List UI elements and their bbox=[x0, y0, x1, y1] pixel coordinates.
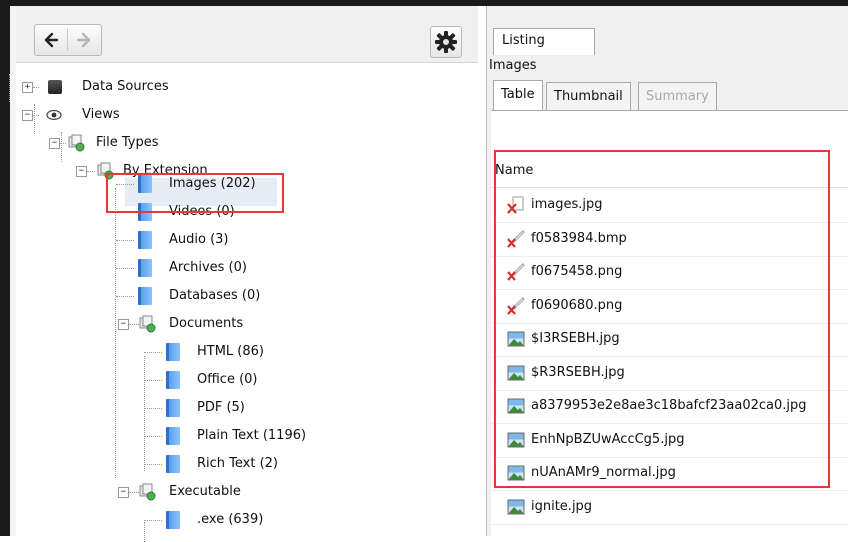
tab-table[interactable]: Table bbox=[493, 80, 543, 111]
file-icon bbox=[166, 343, 180, 361]
table-row[interactable]: ignite.jpg bbox=[491, 491, 848, 525]
tree-item-plain-text[interactable]: Plain Text (1196) bbox=[0, 425, 420, 447]
file-name: ignite.jpg bbox=[531, 498, 593, 514]
tab-listing[interactable]: Listing bbox=[493, 28, 595, 55]
tree-connector bbox=[144, 352, 162, 353]
expand-icon[interactable]: + bbox=[22, 82, 33, 93]
collapse-icon[interactable]: − bbox=[118, 487, 129, 498]
tree-item-label: .exe (639) bbox=[197, 512, 264, 527]
tree-item-databases[interactable]: Databases (0) bbox=[0, 285, 420, 307]
file-icon bbox=[138, 231, 152, 249]
tab-thumbnail[interactable]: Thumbnail bbox=[546, 82, 631, 112]
history-buttons bbox=[34, 24, 102, 56]
tree-connector bbox=[116, 296, 134, 297]
tree-item-label: HTML (86) bbox=[197, 344, 264, 359]
arrow-right-icon bbox=[76, 32, 91, 48]
file-types-icon bbox=[68, 134, 85, 152]
eye-icon bbox=[46, 109, 62, 121]
file-icon bbox=[166, 371, 180, 389]
tree-item-label: Plain Text (1196) bbox=[197, 428, 307, 443]
file-icon bbox=[166, 511, 180, 529]
tree-connector bbox=[60, 143, 66, 144]
tree-connector bbox=[87, 171, 95, 172]
tree-item-file-types[interactable]: − File Types bbox=[16, 132, 316, 154]
back-button[interactable] bbox=[35, 25, 67, 55]
tree-item-label: File Types bbox=[96, 135, 159, 150]
tree-connector bbox=[144, 380, 162, 381]
file-icon bbox=[166, 427, 180, 445]
tree-item-views[interactable]: − Views bbox=[16, 104, 316, 126]
collapse-icon[interactable]: − bbox=[49, 138, 60, 149]
tree-item-archives[interactable]: Archives (0) bbox=[0, 257, 420, 279]
tab-listing-label: Listing bbox=[502, 33, 545, 48]
gear-icon bbox=[435, 31, 457, 53]
section-title: Images bbox=[489, 58, 537, 73]
tree-item-office[interactable]: Office (0) bbox=[0, 369, 420, 391]
tree-connector bbox=[144, 520, 162, 521]
tree-item-label: PDF (5) bbox=[197, 400, 245, 415]
file-icon bbox=[138, 259, 152, 277]
tree-item-label: Databases (0) bbox=[169, 288, 261, 303]
image-file-icon bbox=[507, 499, 525, 514]
tree-item-label: Office (0) bbox=[197, 372, 258, 387]
tree-item-rich-text[interactable]: Rich Text (2) bbox=[0, 453, 420, 475]
tree-connector bbox=[116, 240, 134, 241]
tree-item-label: Documents bbox=[169, 316, 244, 331]
tree-item-label: Audio (3) bbox=[169, 232, 229, 247]
tree-connector bbox=[144, 436, 162, 437]
settings-button[interactable] bbox=[430, 26, 462, 58]
tree-item-label: Archives (0) bbox=[169, 260, 247, 275]
tree-item-pdf[interactable]: PDF (5) bbox=[0, 397, 420, 419]
collapse-icon[interactable]: − bbox=[22, 110, 33, 121]
navigation-toolbar bbox=[16, 6, 478, 63]
tree-guide-line bbox=[9, 74, 10, 102]
tree-connector bbox=[116, 268, 134, 269]
tree-item-label: Executable bbox=[169, 484, 241, 499]
arrow-left-icon bbox=[44, 32, 59, 48]
tree-item-documents[interactable]: − Documents bbox=[0, 313, 420, 335]
tree-connector bbox=[33, 115, 39, 116]
tree-connector bbox=[33, 87, 39, 88]
tree-item-label: Data Sources bbox=[82, 79, 169, 94]
tree-item-label: Rich Text (2) bbox=[197, 456, 279, 471]
red-annotation-box bbox=[494, 150, 830, 488]
tree-connector bbox=[144, 464, 162, 465]
tab-summary: Summary bbox=[638, 82, 717, 112]
tree-item-exe[interactable]: .exe (639) bbox=[0, 509, 420, 531]
collapse-icon[interactable]: − bbox=[118, 319, 129, 330]
tree-item-html[interactable]: HTML (86) bbox=[0, 341, 420, 363]
drive-icon bbox=[48, 80, 62, 94]
tree-connector bbox=[144, 408, 162, 409]
file-types-icon bbox=[139, 483, 156, 501]
forward-button[interactable] bbox=[68, 25, 100, 55]
file-icon bbox=[166, 455, 180, 473]
red-annotation-box bbox=[106, 173, 284, 213]
tree-item-data-sources[interactable]: + Data Sources bbox=[16, 76, 316, 98]
file-types-icon bbox=[139, 315, 156, 333]
file-icon bbox=[166, 399, 180, 417]
tree-item-executable[interactable]: − Executable bbox=[0, 481, 420, 503]
tree-item-audio[interactable]: Audio (3) bbox=[0, 229, 420, 251]
tree-item-label: Views bbox=[82, 107, 120, 122]
file-icon bbox=[138, 287, 152, 305]
